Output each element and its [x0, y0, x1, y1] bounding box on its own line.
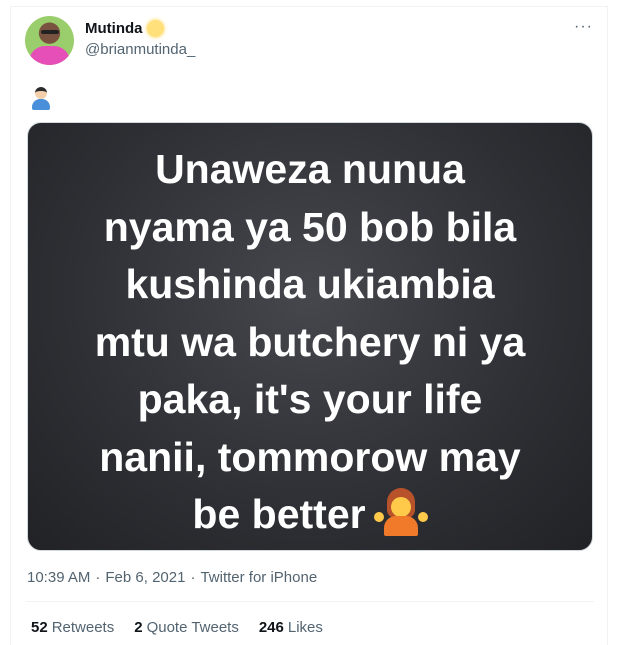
- ellipsis-icon[interactable]: ···: [574, 19, 593, 35]
- meta-separator: ·: [95, 569, 101, 586]
- tweet-time[interactable]: 10:39 AM: [27, 569, 90, 586]
- retweets-count: 52: [31, 619, 48, 636]
- quote-tweets-count: 2: [134, 619, 143, 636]
- retweets-stat[interactable]: 52 Retweets: [31, 619, 114, 636]
- shrug-hand-left: [373, 512, 384, 522]
- meta-separator: ·: [190, 569, 196, 586]
- author-name-row[interactable]: Mutinda: [85, 20, 164, 37]
- likes-label: Likes: [287, 619, 323, 636]
- retweets-label: Retweets: [51, 619, 115, 636]
- shrug-face: [390, 497, 411, 517]
- media-text-block: Unaweza nunua nyama ya 50 bob bila kushi…: [28, 141, 592, 544]
- quote-tweets-label: Quote Tweets: [146, 619, 239, 636]
- likes-stat[interactable]: 246 Likes: [259, 619, 323, 636]
- tweet-stats: 52 Retweets 2 Quote Tweets 246 Likes: [31, 619, 323, 636]
- shrug-body: [383, 516, 418, 536]
- likes-count: 246: [258, 619, 284, 636]
- shrug-hand-right: [417, 512, 428, 522]
- divider: [26, 601, 594, 602]
- media-line: kushinda ukiambia: [125, 261, 495, 307]
- man-technologist-icon: [30, 85, 52, 111]
- media-line: nanii, tommorow may: [99, 433, 521, 480]
- tweet-source[interactable]: Twitter for iPhone: [200, 569, 317, 586]
- avatar-glasses: [41, 30, 59, 34]
- quote-tweets-stat[interactable]: 2 Quote Tweets: [134, 619, 239, 636]
- media-line: Unaweza nunua: [155, 146, 465, 192]
- author-name[interactable]: Mutinda: [85, 20, 143, 37]
- media-line: paka, it's your life: [137, 376, 483, 422]
- author-handle[interactable]: @brianmutinda_: [85, 41, 195, 58]
- emoji-body: [32, 99, 50, 110]
- tweet-meta: 10:39 AM · Feb 6, 2021 · Twitter for iPh…: [27, 569, 317, 586]
- media-line: mtu wa butchery ni ya: [94, 318, 526, 365]
- tweet-date[interactable]: Feb 6, 2021: [105, 569, 185, 586]
- media-line: be better: [192, 491, 366, 537]
- tweet-media-image[interactable]: Unaweza nunua nyama ya 50 bob bila kushi…: [27, 122, 593, 551]
- avatar-shirt: [29, 46, 70, 65]
- emoji-head: [35, 87, 47, 99]
- sun-face-icon: [146, 20, 164, 37]
- media-line: nyama ya 50 bob bila: [103, 203, 517, 250]
- avatar[interactable]: [25, 16, 74, 65]
- media-line-last: be better: [28, 486, 592, 544]
- person-shrugging-icon: [373, 488, 428, 536]
